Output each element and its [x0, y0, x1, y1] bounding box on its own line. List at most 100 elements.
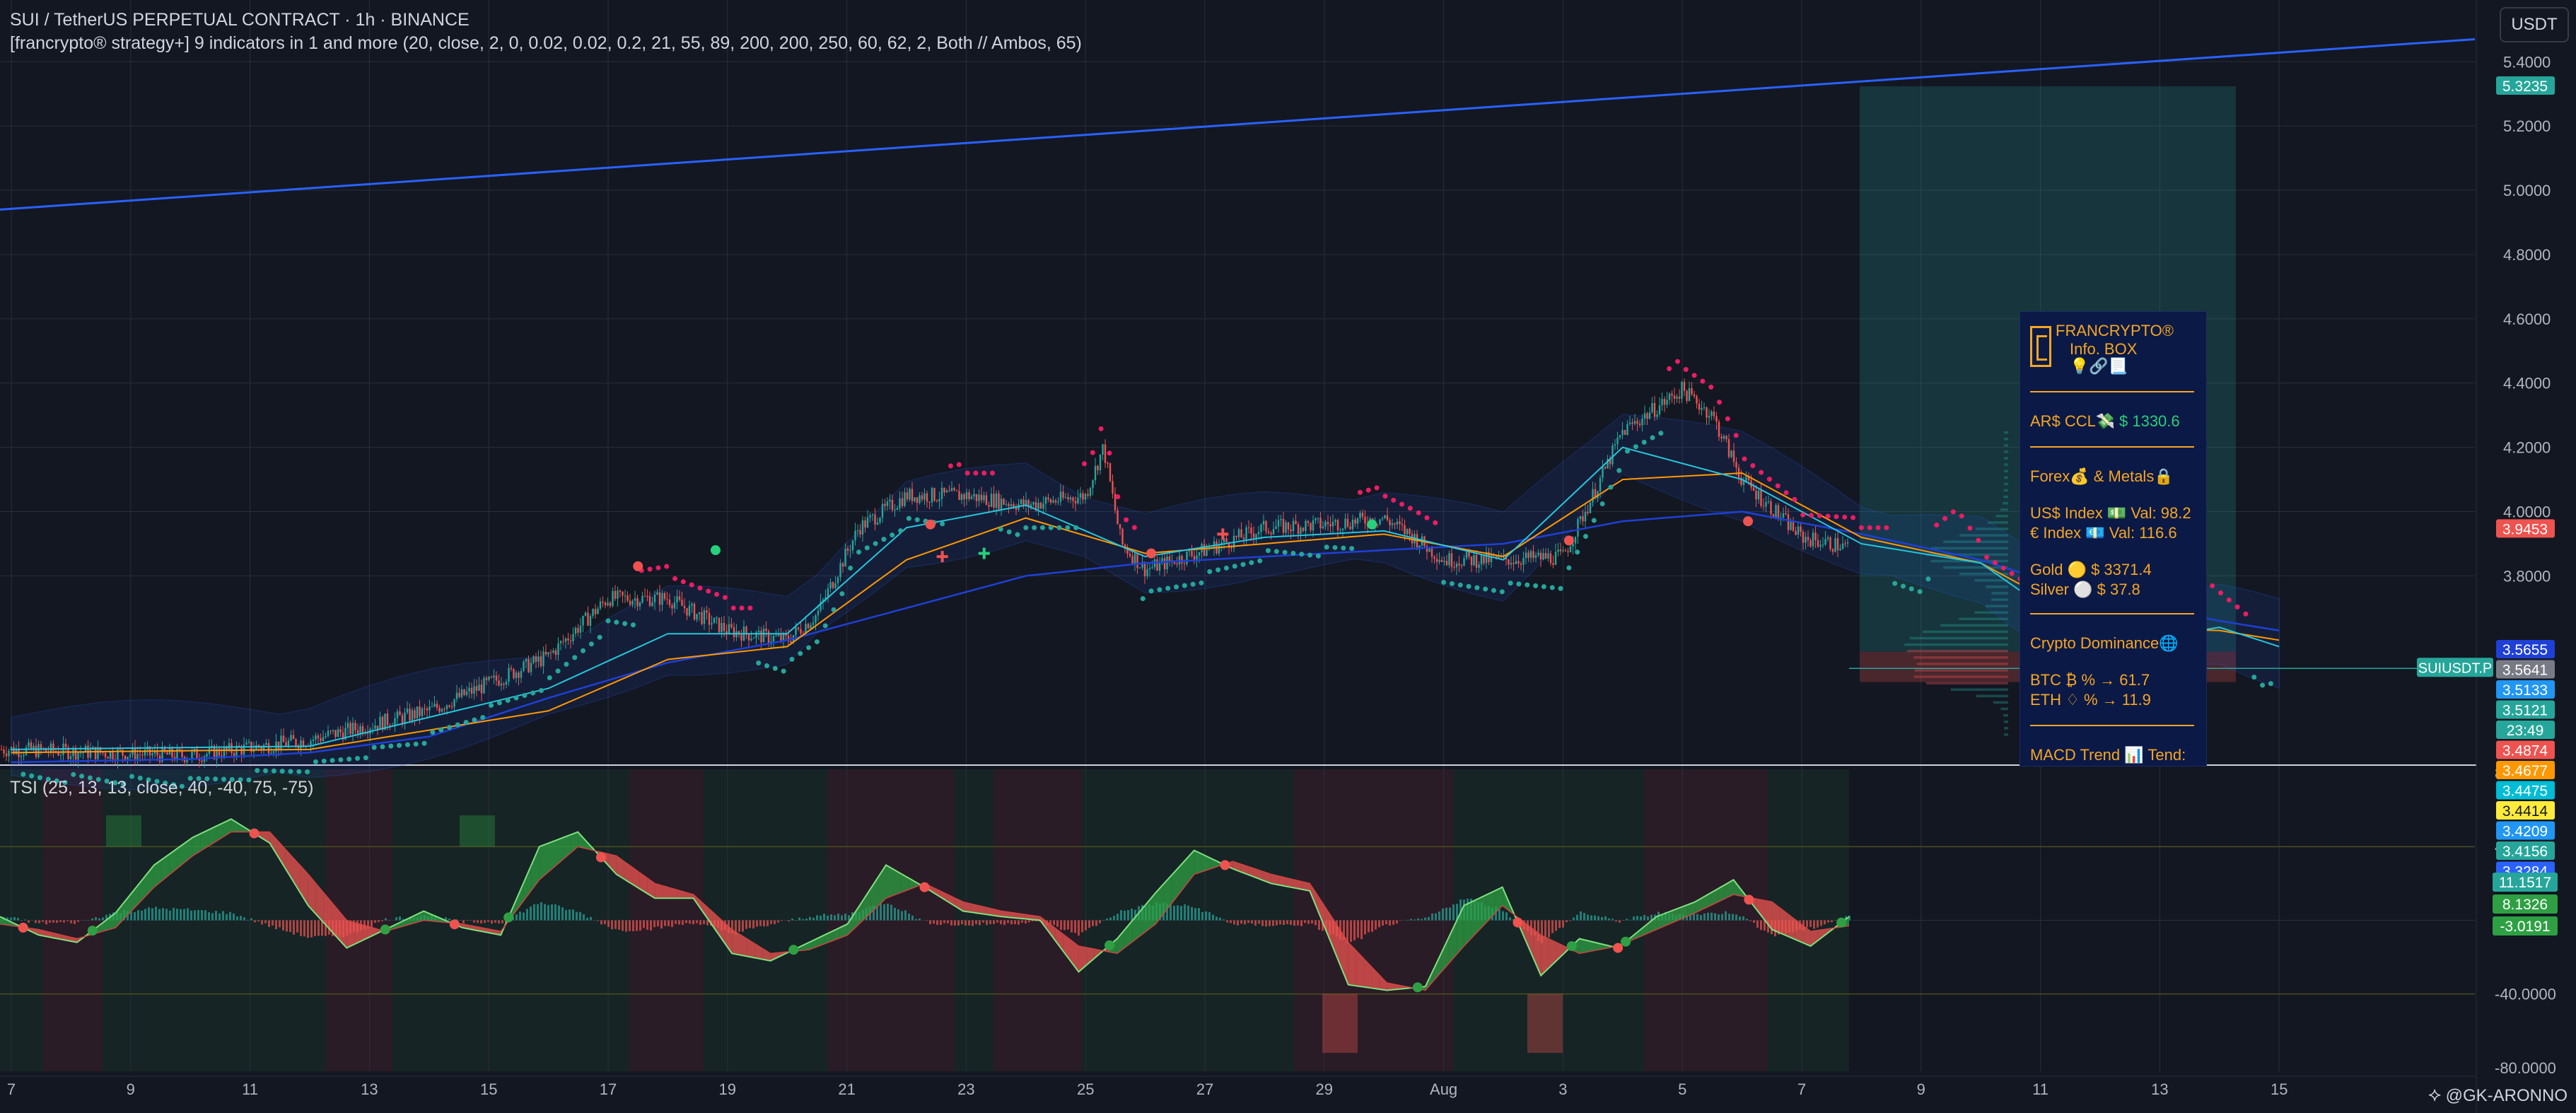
- tsi-histogram-bar: [279, 920, 281, 928]
- price-axis: [2476, 0, 2576, 1113]
- date-tick-label: 23: [957, 1080, 974, 1098]
- candle-body: [1292, 520, 1295, 532]
- tsi-histogram-bar: [1201, 911, 1204, 921]
- sar-dot: [1349, 546, 1355, 552]
- candle-body: [525, 658, 528, 662]
- candle-body: [745, 627, 747, 634]
- candle-body: [706, 610, 708, 613]
- volume-profile-bar: [2003, 470, 2008, 472]
- candle-body: [1331, 521, 1334, 527]
- sar-dot: [2009, 571, 2015, 576]
- candle-body: [1092, 480, 1094, 489]
- candle-body: [716, 617, 718, 619]
- tsi-cross-dot: [1566, 940, 1577, 951]
- sar-dot: [489, 702, 494, 708]
- candle-body: [713, 617, 716, 624]
- tsi-extreme-block: [460, 815, 495, 847]
- candle-body: [1554, 552, 1557, 565]
- tsi-histogram-bar: [880, 903, 882, 921]
- candle-body: [206, 753, 208, 757]
- candle-body: [881, 503, 884, 518]
- tsi-histogram-bar: [1286, 920, 1288, 924]
- date-tick-label: 13: [361, 1080, 378, 1098]
- tsi-histogram-bar: [70, 920, 72, 923]
- tsi-histogram-bar: [756, 920, 758, 927]
- sar-dot: [964, 470, 970, 476]
- candle-body: [1275, 526, 1277, 530]
- candle-body: [1542, 553, 1544, 560]
- candle-body: [1638, 424, 1641, 426]
- candle-body: [431, 706, 433, 708]
- sar-dot: [1257, 558, 1263, 564]
- price-label: 3.5641: [2496, 660, 2555, 679]
- candle-body: [1725, 436, 1727, 439]
- sar-dot: [1190, 581, 1196, 587]
- tsi-histogram-bar: [1714, 913, 1716, 921]
- candle-body: [376, 726, 379, 730]
- candle-body: [1797, 526, 1800, 535]
- candle-body: [1658, 405, 1661, 414]
- currency-button[interactable]: USDT: [2500, 7, 2569, 42]
- candle-body: [859, 530, 861, 535]
- tsi-histogram-bar: [1021, 920, 1023, 923]
- candle-body: [810, 624, 812, 629]
- tsi-histogram-bar: [894, 907, 896, 921]
- sar-dot: [1900, 583, 1906, 589]
- tsi-histogram-bar: [1594, 915, 1596, 921]
- candle-body: [473, 686, 475, 694]
- candle-body: [856, 530, 859, 531]
- candle-body: [854, 530, 856, 541]
- sar-dot: [1742, 456, 1747, 462]
- candle-body: [1163, 558, 1166, 570]
- tsi-histogram-bar: [1063, 920, 1066, 931]
- divider: [2030, 446, 2194, 448]
- sar-dot: [288, 769, 293, 774]
- tsi-histogram-bar: [1629, 919, 1631, 921]
- candle-body: [599, 601, 602, 609]
- candle-body: [1822, 544, 1824, 546]
- sar-dot: [1708, 384, 1714, 390]
- candle-body: [567, 638, 569, 641]
- candle-body: [671, 605, 673, 609]
- candle-body: [1000, 499, 1003, 509]
- tsi-histogram-bar: [98, 918, 100, 921]
- candle-body: [1156, 559, 1158, 571]
- info-box-panel: FRANCRYPTO® Info. BOX 💡🔗📃 AR$ CCL💸 $ 133…: [2020, 311, 2207, 767]
- candle-body: [441, 709, 443, 712]
- candle-body: [899, 498, 901, 508]
- tsi-histogram-bar: [314, 920, 316, 936]
- tsi-histogram-bar: [151, 908, 153, 921]
- tsi-histogram-bar: [1106, 918, 1108, 921]
- sar-dot: [1683, 367, 1689, 373]
- sar-dot: [1474, 585, 1480, 590]
- candle-body: [1727, 438, 1730, 458]
- candle-body: [572, 634, 574, 641]
- candle-body: [312, 739, 315, 741]
- candle-body: [1272, 529, 1275, 535]
- tsi-histogram-bar: [1184, 904, 1186, 921]
- sar-dot: [730, 605, 736, 611]
- candle-body: [1513, 563, 1515, 564]
- tsi-histogram-bar: [1261, 920, 1264, 926]
- candle-body: [1188, 551, 1191, 552]
- candle-body: [540, 656, 542, 667]
- candle-body: [673, 602, 676, 609]
- tsi-histogram-bar: [1233, 920, 1235, 925]
- tsi-histogram-bar: [558, 905, 560, 921]
- sar-dot: [622, 621, 628, 627]
- tsi-histogram-bar: [834, 915, 836, 921]
- tsi-histogram-bar: [1735, 914, 1737, 921]
- candle-body: [1138, 567, 1141, 569]
- tsi-histogram-bar: [1442, 908, 1444, 921]
- tsi-legend[interactable]: TSI (25, 13, 13, close, 40, -40, 75, -75…: [10, 778, 313, 798]
- candle-body: [1280, 518, 1282, 520]
- indicator-legend[interactable]: [francrypto® strategy+] 9 indicators in …: [10, 33, 1082, 54]
- candle-body: [970, 496, 973, 499]
- tsi-histogram-bar: [657, 920, 659, 927]
- candle-body: [1562, 550, 1564, 552]
- candle-body: [1458, 564, 1460, 566]
- candle-body: [626, 595, 629, 601]
- tsi-histogram-bar: [1212, 914, 1214, 921]
- candle-body: [265, 742, 267, 745]
- tsi-tick-label: -80.0000: [2495, 1059, 2556, 1077]
